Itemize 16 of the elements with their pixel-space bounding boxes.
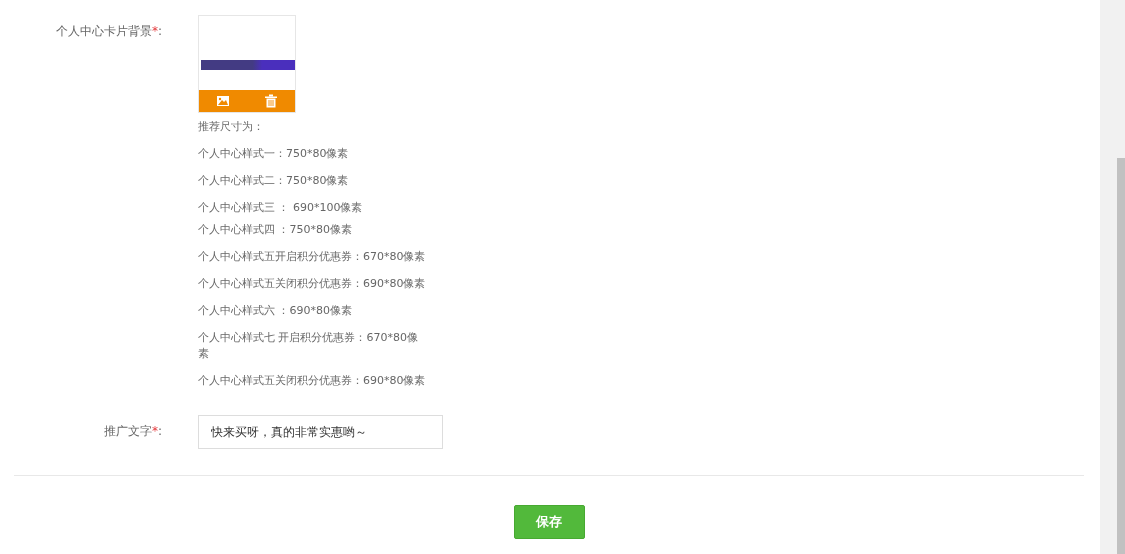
image-icon[interactable] xyxy=(216,94,230,109)
input-field[interactable]: 快来买呀，真的非常实惠哟～ xyxy=(198,415,443,449)
scrollbar-thumb[interactable] xyxy=(1117,158,1125,554)
hint-text: 个人中心样式三 ： 690*100像素 xyxy=(198,200,364,216)
hint-text: 推荐尺寸为： xyxy=(198,119,265,135)
field-label: 个人中心卡片背景*: xyxy=(54,23,162,40)
hint-text: 个人中心样式五关闭积分优惠券：690*80像素 xyxy=(198,373,427,389)
field-label: 推广文字*: xyxy=(102,423,162,440)
trash-icon[interactable] xyxy=(264,94,278,109)
hint-text: 个人中心样式七 开启积分优惠券：670*80像素 xyxy=(198,330,419,362)
hint-text: 个人中心样式六 ：690*80像素 xyxy=(198,303,353,319)
hint-text: 个人中心样式五关闭积分优惠券：690*80像素 xyxy=(198,276,427,292)
hint-text: 个人中心样式一：750*80像素 xyxy=(198,146,350,162)
hint-text: 个人中心样式二：750*80像素 xyxy=(198,173,350,189)
hint-text: 个人中心样式五开启积分优惠券：670*80像素 xyxy=(198,249,427,265)
hint-text: 个人中心样式四 ：750*80像素 xyxy=(198,222,353,238)
